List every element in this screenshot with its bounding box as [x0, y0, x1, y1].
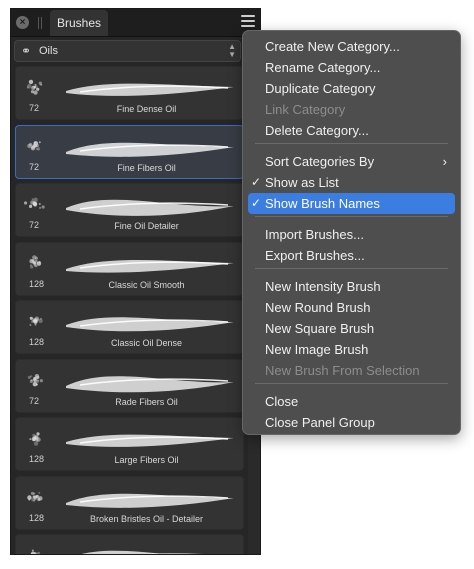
brush-name: Classic Oil Smooth: [108, 279, 185, 290]
brush-stroke-preview: [66, 83, 234, 96]
panel-titlebar: × Brushes: [11, 9, 260, 37]
chevron-updown-icon: ▲ ▼: [228, 42, 236, 59]
menu-item-label: Close: [265, 394, 299, 409]
brush-tip-thumbnail: [29, 254, 42, 269]
menu-item-import-brushes[interactable]: Import Brushes...: [248, 224, 455, 245]
brush-tip-thumbnail: [27, 140, 41, 150]
brush-name: Large Fibers Oil: [114, 455, 179, 465]
menu-item-sort-categories-by[interactable]: Sort Categories By ›: [248, 151, 455, 172]
menu-item-label: New Intensity Brush: [265, 279, 381, 294]
menu-item-label: Import Brushes...: [265, 227, 364, 242]
menu-item-label: Link Category: [265, 102, 346, 117]
brush-tip-thumbnail: [29, 432, 41, 446]
brush-stroke-preview: [66, 259, 234, 273]
menu-item-label: Show as List: [265, 175, 339, 190]
menu-item-duplicate-category[interactable]: Duplicate Category: [248, 78, 455, 99]
brush-stroke-preview: [66, 199, 234, 216]
menu-item-new-square-brush[interactable]: New Square Brush: [248, 318, 455, 339]
menu-item-label: New Round Brush: [265, 300, 371, 315]
menu-separator: [255, 216, 448, 217]
brush-item[interactable]: 128 Classic Oil Dense: [15, 300, 244, 354]
menu-item-label: Delete Category...: [265, 123, 369, 138]
category-name: Oils: [39, 45, 58, 57]
close-panel-icon[interactable]: ×: [16, 16, 29, 29]
brush-tip-thumbnail: [30, 549, 41, 554]
brush-item[interactable]: 128 Large Fibers Oil: [15, 417, 244, 471]
brush-name: Broken Bristles Oil - Detailer: [89, 513, 204, 524]
menu-item-new-image-brush[interactable]: New Image Brush: [248, 339, 455, 360]
brush-name: Fine Dense Oil: [116, 104, 177, 114]
menu-item-label: New Image Brush: [265, 342, 369, 357]
brush-stroke-preview: [66, 142, 234, 157]
brush-item[interactable]: 72 Fine Dense Oil: [15, 66, 244, 120]
brush-item[interactable]: 72 Rade Fibers Oil: [15, 358, 244, 413]
brush-size: 72: [29, 395, 40, 406]
brush-item[interactable]: 72 Fine Oil Detailer: [15, 183, 244, 237]
menu-item-link-category: Link Category: [248, 99, 455, 120]
brush-item[interactable]: [15, 534, 244, 554]
menu-item-new-intensity-brush[interactable]: New Intensity Brush: [248, 276, 455, 297]
menu-item-label: Duplicate Category: [265, 81, 376, 96]
menu-item-label: New Square Brush: [265, 321, 375, 336]
drag-handle-icon[interactable]: [41, 17, 42, 29]
menu-item-label: Close Panel Group: [265, 415, 375, 430]
panel-context-menu: Create New Category... Rename Category...…: [242, 30, 461, 435]
menu-item-new-round-brush[interactable]: New Round Brush: [248, 297, 455, 318]
link-icon: ⚭: [21, 44, 32, 58]
brush-name: Fine Oil Detailer: [114, 221, 179, 231]
brush-size: 72: [29, 103, 40, 113]
menu-item-create-new-category[interactable]: Create New Category...: [248, 36, 455, 57]
menu-item-close[interactable]: Close: [248, 391, 455, 412]
menu-item-new-brush-from-selection: New Brush From Selection: [248, 360, 455, 381]
menu-item-label: Show Brush Names: [265, 196, 380, 211]
menu-item-label: New Brush From Selection: [265, 363, 420, 378]
brush-name: Fine Fibers Oil: [117, 162, 176, 173]
menu-item-label: Sort Categories By: [265, 154, 375, 169]
brush-name: Rade Fibers Oil: [115, 396, 178, 407]
brush-item[interactable]: 72 Fine Fibers Oil: [15, 124, 244, 179]
menu-item-export-brushes[interactable]: Export Brushes...: [248, 245, 455, 266]
brush-size: 128: [29, 512, 45, 523]
menu-separator: [255, 383, 448, 384]
brush-size: 128: [29, 278, 45, 289]
brush-stroke-preview: [81, 550, 204, 554]
brush-item[interactable]: 128 Classic Oil Smooth: [15, 241, 244, 296]
brush-tip-thumbnail: [27, 491, 43, 502]
brush-size: 128: [29, 454, 45, 464]
brush-size: 128: [29, 337, 45, 347]
brush-tip-thumbnail: [29, 316, 43, 326]
brush-tip-thumbnail: [26, 79, 43, 95]
brush-tip-thumbnail: [27, 373, 43, 386]
menu-item-rename-category[interactable]: Rename Category...: [248, 57, 455, 78]
brush-stroke-preview: [66, 317, 234, 332]
panel-menu-icon[interactable]: [241, 15, 255, 29]
drag-handle-icon[interactable]: [38, 17, 39, 29]
menu-item-show-as-list[interactable]: ✓ Show as List: [248, 172, 455, 193]
menu-item-delete-category[interactable]: Delete Category...: [248, 120, 455, 141]
checkmark-icon: ✓: [251, 175, 262, 189]
brush-tip-thumbnail: [23, 197, 45, 209]
brush-stroke-preview: [66, 375, 234, 392]
menu-item-label: Export Brushes...: [265, 248, 365, 263]
chevron-right-icon: ›: [442, 154, 447, 169]
menu-separator: [255, 143, 448, 144]
checkmark-icon: ✓: [251, 196, 262, 210]
brush-stroke-preview: [66, 434, 234, 447]
menu-item-label: Create New Category...: [265, 39, 400, 54]
brush-size: 72: [29, 220, 40, 230]
tab-brushes[interactable]: Brushes: [50, 10, 108, 36]
menu-item-show-brush-names[interactable]: ✓ Show Brush Names: [248, 193, 455, 214]
brush-size: 72: [29, 161, 40, 172]
brush-item[interactable]: 128 Broken Bristles Oil - Detailer: [15, 475, 244, 530]
menu-item-label: Rename Category...: [265, 60, 381, 75]
category-dropdown[interactable]: ⚭ Oils ▲ ▼: [14, 40, 241, 62]
menu-item-close-panel-group[interactable]: Close Panel Group: [248, 412, 455, 433]
brush-name: Classic Oil Dense: [110, 338, 183, 348]
brushes-panel: × Brushes ⚭ Oils ▲ ▼ 72 Fine Dense Oil 72 Fi…: [10, 8, 261, 555]
brush-stroke-preview: [66, 493, 234, 508]
menu-separator: [255, 268, 448, 269]
